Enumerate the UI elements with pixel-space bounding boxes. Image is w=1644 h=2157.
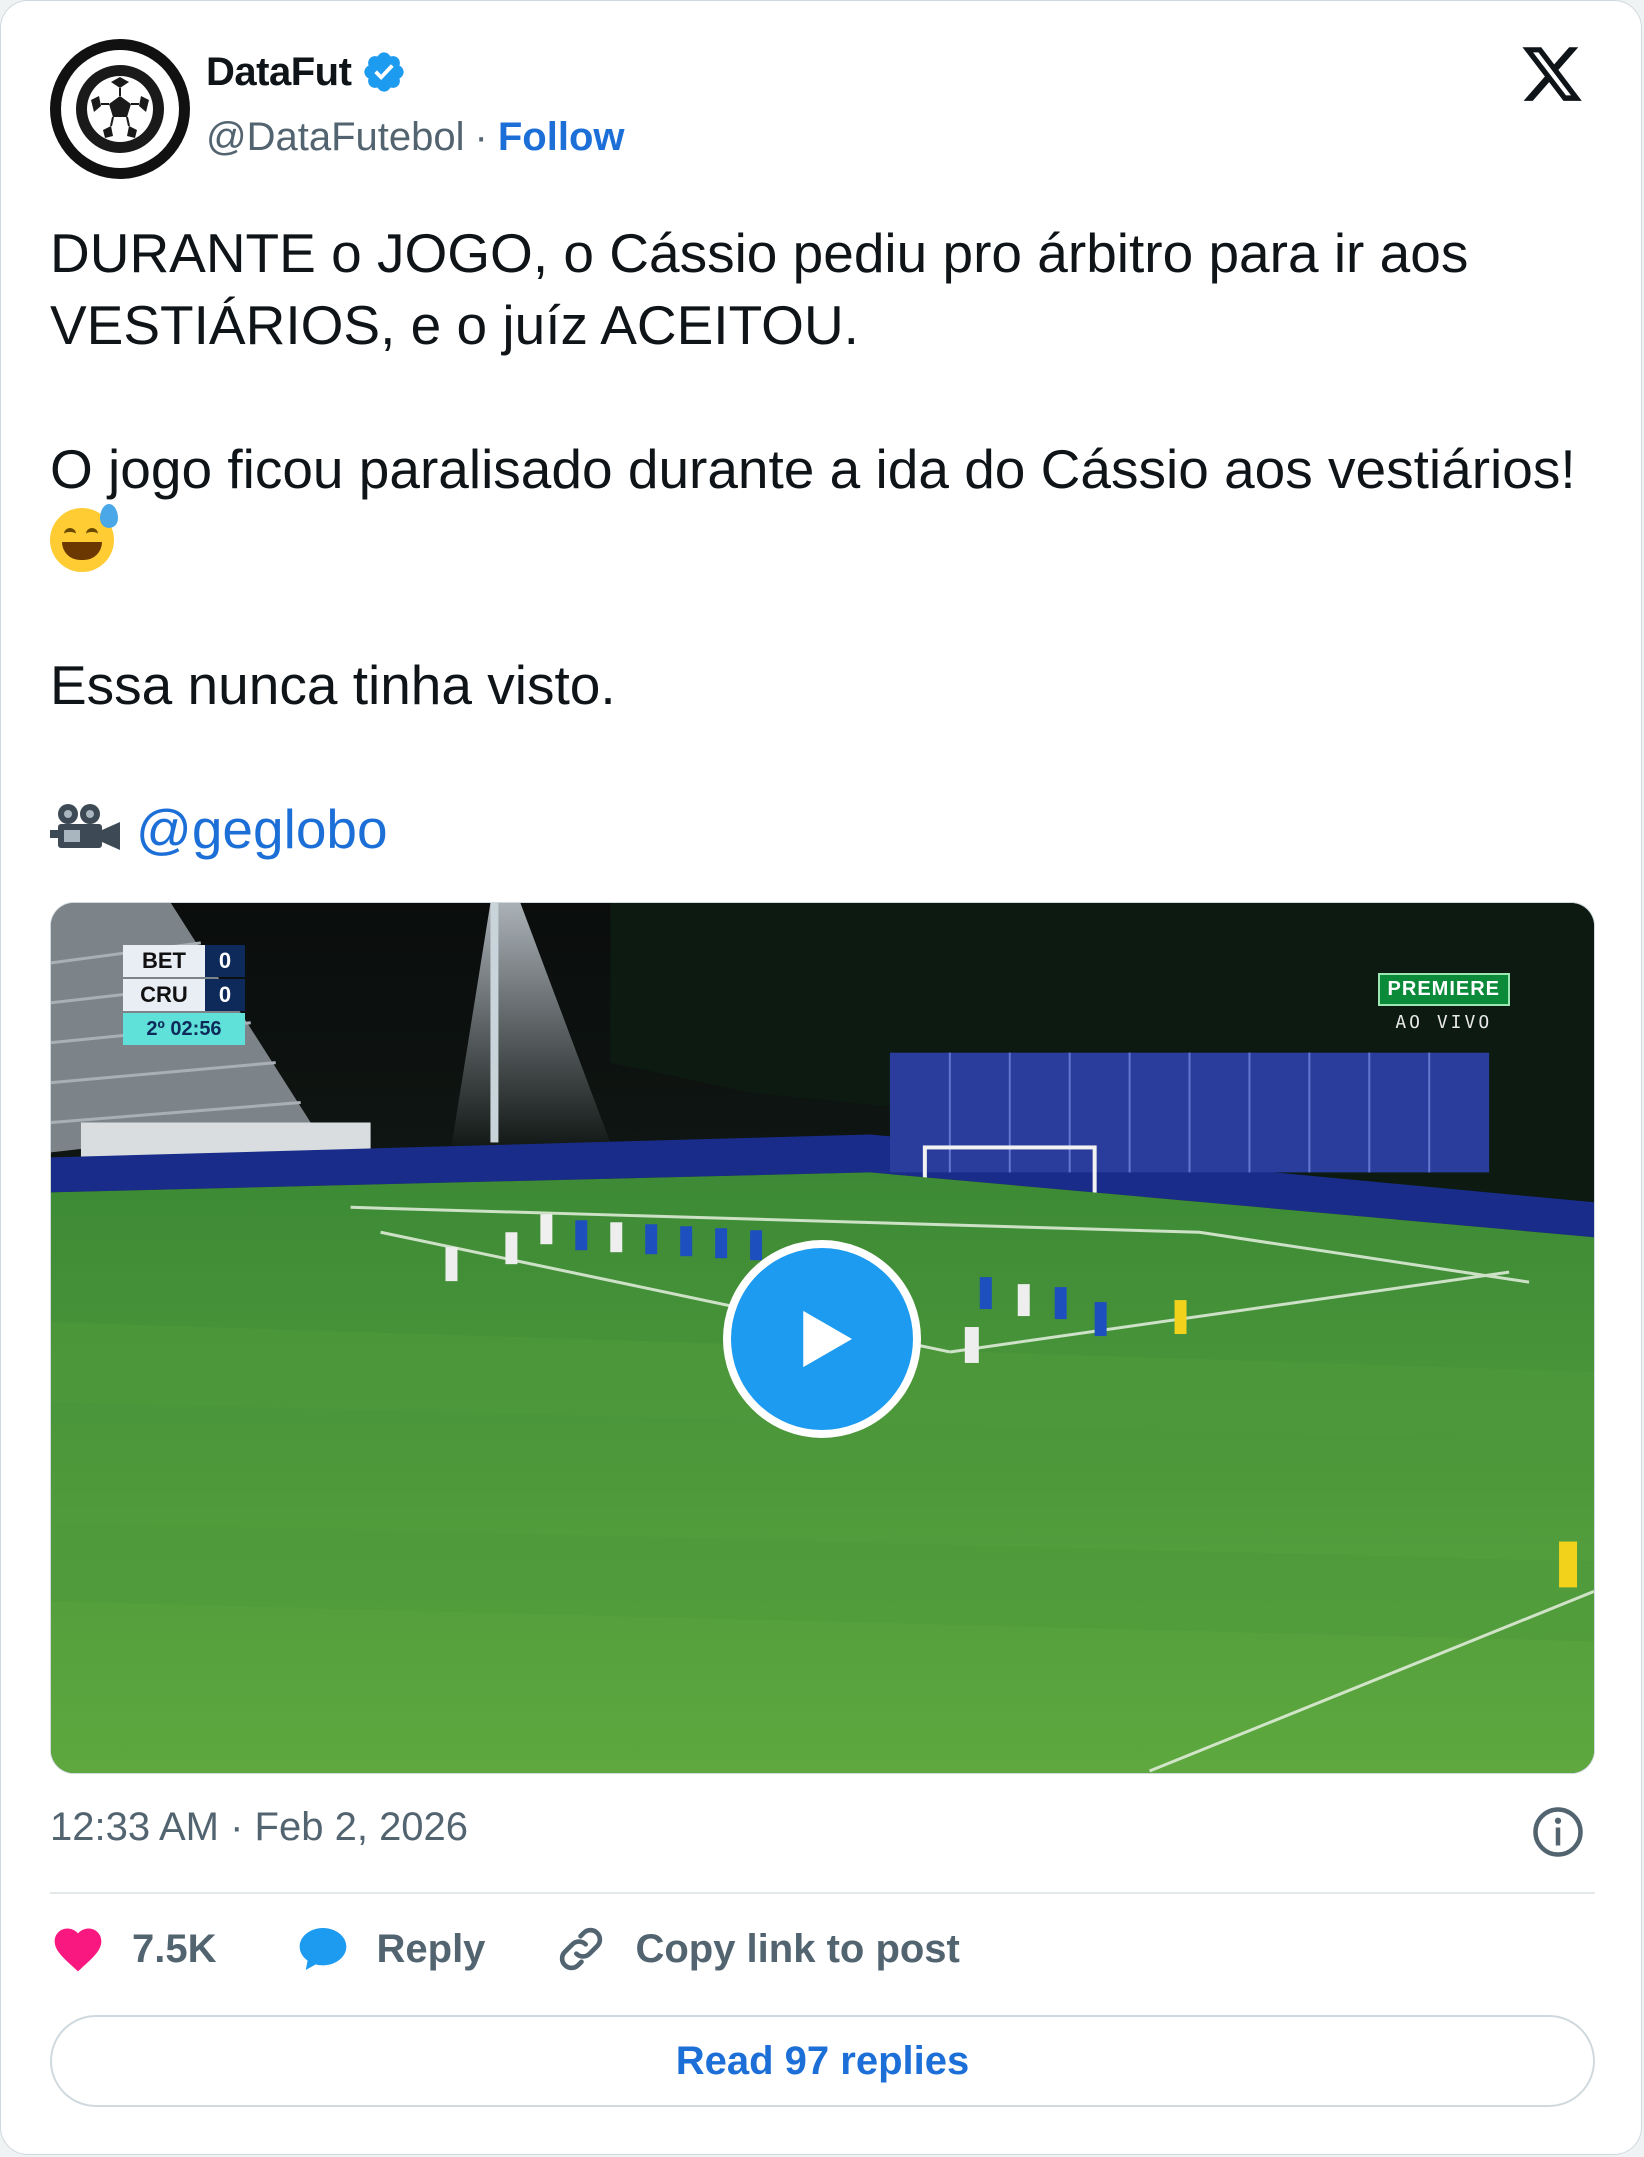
soccer-ball-icon: [76, 65, 164, 153]
copy-link-label: Copy link to post: [635, 1926, 960, 1971]
broadcaster-name: PREMIERE: [1377, 973, 1510, 1006]
grinning-face-with-sweat-emoji: [50, 504, 118, 572]
speech-bubble-icon: [299, 1928, 346, 1970]
reply-label: Reply: [376, 1926, 486, 1971]
author-name-row: DataFut: [206, 49, 407, 95]
home-score: 0: [205, 945, 245, 977]
like-button[interactable]: 7.5K: [50, 1921, 217, 1977]
post-timestamp[interactable]: 12:33 AM · Feb 2, 2026: [50, 1805, 468, 1850]
tweet-paragraph-1: DURANTE o JOGO, o Cássio pediu pro árbit…: [50, 222, 1469, 356]
tweet-paragraph-3: Essa nunca tinha visto.: [50, 654, 616, 716]
credit-mention-link[interactable]: @geglobo: [136, 798, 388, 860]
handle[interactable]: @DataFutebol: [206, 115, 465, 160]
link-icon: [560, 1927, 603, 1971]
action-bar: 7.5K Reply Copy link to post: [50, 1921, 960, 1977]
tweet-paragraph-2: O jogo ficou paralisado durante a ida do…: [50, 433, 1610, 577]
home-team: BET: [123, 945, 205, 977]
display-name[interactable]: DataFut: [206, 50, 352, 95]
live-label: AO VIVO: [1395, 1012, 1493, 1033]
avatar[interactable]: [50, 39, 190, 179]
heart-icon: [54, 1928, 102, 1972]
play-button[interactable]: [723, 1240, 921, 1438]
reply-button[interactable]: Reply: [295, 1921, 486, 1977]
info-icon[interactable]: [1531, 1805, 1585, 1859]
tweet-paragraph-2-text: O jogo ficou paralisado durante a ida do…: [50, 438, 1576, 500]
avatar-ring: [61, 50, 179, 168]
tweet-text: DURANTE o JOGO, o Cássio pediu pro árbit…: [50, 217, 1610, 865]
match-clock: 2º 02:56: [123, 1013, 245, 1045]
away-team: CRU: [123, 979, 205, 1011]
separator: ·: [474, 115, 488, 159]
handle-row: @DataFutebol · Follow: [206, 115, 624, 160]
read-replies-button[interactable]: Read 97 replies: [50, 2015, 1595, 2107]
away-score: 0: [205, 979, 245, 1011]
divider: [50, 1892, 1595, 1894]
scoreboard-home: BET 0: [123, 945, 245, 977]
verified-badge-icon: [364, 52, 405, 92]
follow-button[interactable]: Follow: [498, 115, 625, 160]
scoreboard-away: CRU 0: [123, 979, 245, 1011]
x-logo-icon[interactable]: [1519, 41, 1585, 107]
credit-line: @geglobo: [50, 793, 1610, 865]
like-count: 7.5K: [132, 1926, 217, 1971]
scoreboard-overlay: BET 0 CRU 0 2º 02:56: [123, 945, 245, 1045]
play-icon: [803, 1310, 852, 1368]
broadcaster-logo: PREMIERE AO VIVO: [1377, 973, 1510, 1033]
movie-camera-icon: [50, 804, 120, 850]
copy-link-button[interactable]: Copy link to post: [553, 1921, 960, 1977]
video-player[interactable]: BET 0 CRU 0 2º 02:56 PREMIERE AO VIVO: [50, 902, 1595, 1774]
tweet-card: DataFut @DataFutebol · Follow DURANTE o …: [0, 0, 1642, 2155]
